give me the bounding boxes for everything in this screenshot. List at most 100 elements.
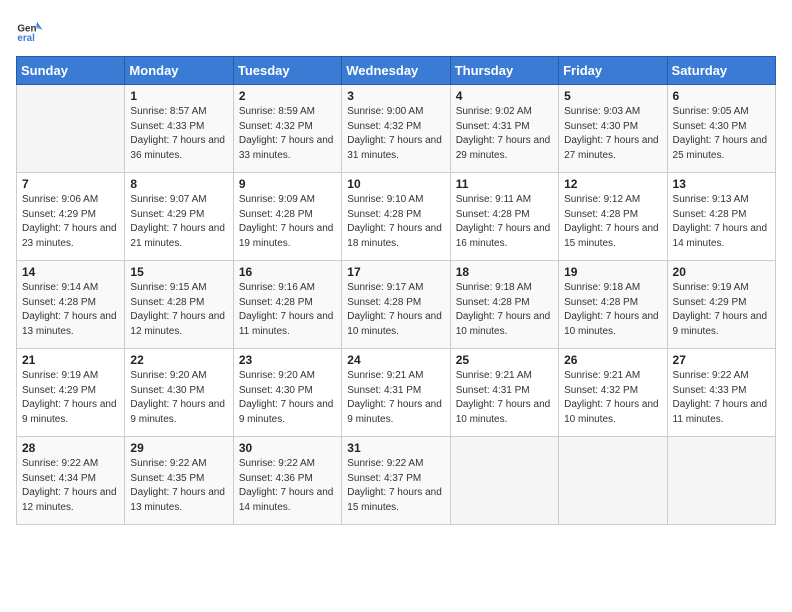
- day-header-tuesday: Tuesday: [233, 57, 341, 85]
- calendar-cell: 13 Sunrise: 9:13 AMSunset: 4:28 PMDayligh…: [667, 173, 775, 261]
- day-info: Sunrise: 9:19 AMSunset: 4:29 PMDaylight:…: [673, 281, 770, 339]
- day-info: Sunrise: 9:22 AMSunset: 4:35 PMDaylight:…: [130, 457, 227, 515]
- calendar-cell: 8 Sunrise: 9:07 AMSunset: 4:29 PMDaylight…: [125, 173, 233, 261]
- day-info: Sunrise: 9:22 AMSunset: 4:36 PMDaylight:…: [239, 457, 336, 515]
- calendar-cell: 17 Sunrise: 9:17 AMSunset: 4:28 PMDayligh…: [342, 261, 450, 349]
- day-info: Sunrise: 9:05 AMSunset: 4:30 PMDaylight:…: [673, 105, 770, 163]
- day-number: 4: [456, 89, 553, 103]
- header-row: SundayMondayTuesdayWednesdayThursdayFrid…: [17, 57, 776, 85]
- calendar-table: SundayMondayTuesdayWednesdayThursdayFrid…: [16, 56, 776, 525]
- day-info: Sunrise: 9:17 AMSunset: 4:28 PMDaylight:…: [347, 281, 444, 339]
- calendar-cell: [450, 437, 558, 525]
- day-info: Sunrise: 9:20 AMSunset: 4:30 PMDaylight:…: [130, 369, 227, 427]
- day-info: Sunrise: 9:13 AMSunset: 4:28 PMDaylight:…: [673, 193, 770, 251]
- day-number: 6: [673, 89, 770, 103]
- day-number: 27: [673, 353, 770, 367]
- day-number: 25: [456, 353, 553, 367]
- day-header-saturday: Saturday: [667, 57, 775, 85]
- calendar-cell: 6 Sunrise: 9:05 AMSunset: 4:30 PMDaylight…: [667, 85, 775, 173]
- calendar-cell: 16 Sunrise: 9:16 AMSunset: 4:28 PMDayligh…: [233, 261, 341, 349]
- day-number: 29: [130, 441, 227, 455]
- day-number: 22: [130, 353, 227, 367]
- calendar-week-4: 21Sunrise: 9:19 AMSunset: 4:29 PMDayligh…: [17, 349, 776, 437]
- calendar-cell: 22 Sunrise: 9:20 AMSunset: 4:30 PMDayligh…: [125, 349, 233, 437]
- day-number: 2: [239, 89, 336, 103]
- day-info: Sunrise: 9:18 AMSunset: 4:28 PMDaylight:…: [564, 281, 661, 339]
- calendar-cell: 30 Sunrise: 9:22 AMSunset: 4:36 PMDayligh…: [233, 437, 341, 525]
- calendar-cell: 21Sunrise: 9:19 AMSunset: 4:29 PMDayligh…: [17, 349, 125, 437]
- day-number: 5: [564, 89, 661, 103]
- day-number: 26: [564, 353, 661, 367]
- day-info: Sunrise: 9:19 AMSunset: 4:29 PMDaylight:…: [22, 369, 119, 427]
- day-number: 19: [564, 265, 661, 279]
- calendar-cell: 9 Sunrise: 9:09 AMSunset: 4:28 PMDaylight…: [233, 173, 341, 261]
- day-number: 20: [673, 265, 770, 279]
- day-number: 14: [22, 265, 119, 279]
- day-number: 9: [239, 177, 336, 191]
- calendar-cell: [17, 85, 125, 173]
- calendar-week-2: 7Sunrise: 9:06 AMSunset: 4:29 PMDaylight…: [17, 173, 776, 261]
- day-header-sunday: Sunday: [17, 57, 125, 85]
- day-header-thursday: Thursday: [450, 57, 558, 85]
- day-number: 8: [130, 177, 227, 191]
- day-info: Sunrise: 8:57 AMSunset: 4:33 PMDaylight:…: [130, 105, 227, 163]
- day-number: 24: [347, 353, 444, 367]
- calendar-cell: 14 Sunrise: 9:14 AMSunset: 4:28 PMDayligh…: [17, 261, 125, 349]
- day-number: 3: [347, 89, 444, 103]
- day-info: Sunrise: 9:15 AMSunset: 4:28 PMDaylight:…: [130, 281, 227, 339]
- day-header-wednesday: Wednesday: [342, 57, 450, 85]
- calendar-cell: 31 Sunrise: 9:22 AMSunset: 4:37 PMDayligh…: [342, 437, 450, 525]
- day-info: Sunrise: 9:03 AMSunset: 4:30 PMDaylight:…: [564, 105, 661, 163]
- calendar-cell: [559, 437, 667, 525]
- calendar-cell: 27Sunrise: 9:22 AMSunset: 4:33 PMDayligh…: [667, 349, 775, 437]
- day-number: 17: [347, 265, 444, 279]
- calendar-cell: [667, 437, 775, 525]
- day-info: Sunrise: 9:14 AMSunset: 4:28 PMDaylight:…: [22, 281, 119, 339]
- calendar-cell: 10 Sunrise: 9:10 AMSunset: 4:28 PMDayligh…: [342, 173, 450, 261]
- day-number: 12: [564, 177, 661, 191]
- day-number: 13: [673, 177, 770, 191]
- day-number: 31: [347, 441, 444, 455]
- calendar-cell: 26 Sunrise: 9:21 AMSunset: 4:32 PMDayligh…: [559, 349, 667, 437]
- day-info: Sunrise: 9:21 AMSunset: 4:31 PMDaylight:…: [456, 369, 553, 427]
- calendar-cell: 29 Sunrise: 9:22 AMSunset: 4:35 PMDayligh…: [125, 437, 233, 525]
- calendar-cell: 11Sunrise: 9:11 AMSunset: 4:28 PMDayligh…: [450, 173, 558, 261]
- calendar-week-5: 28Sunrise: 9:22 AMSunset: 4:34 PMDayligh…: [17, 437, 776, 525]
- calendar-week-1: 1 Sunrise: 8:57 AMSunset: 4:33 PMDaylight…: [17, 85, 776, 173]
- page-header: Gen eral: [16, 16, 776, 44]
- day-info: Sunrise: 9:22 AMSunset: 4:37 PMDaylight:…: [347, 457, 444, 515]
- logo-icon: Gen eral: [16, 16, 44, 44]
- day-info: Sunrise: 9:10 AMSunset: 4:28 PMDaylight:…: [347, 193, 444, 251]
- day-info: Sunrise: 9:20 AMSunset: 4:30 PMDaylight:…: [239, 369, 336, 427]
- day-number: 10: [347, 177, 444, 191]
- calendar-week-3: 14 Sunrise: 9:14 AMSunset: 4:28 PMDayligh…: [17, 261, 776, 349]
- calendar-cell: 3 Sunrise: 9:00 AMSunset: 4:32 PMDaylight…: [342, 85, 450, 173]
- day-info: Sunrise: 9:11 AMSunset: 4:28 PMDaylight:…: [456, 193, 553, 251]
- day-info: Sunrise: 9:02 AMSunset: 4:31 PMDaylight:…: [456, 105, 553, 163]
- day-info: Sunrise: 9:18 AMSunset: 4:28 PMDaylight:…: [456, 281, 553, 339]
- calendar-cell: 12Sunrise: 9:12 AMSunset: 4:28 PMDayligh…: [559, 173, 667, 261]
- calendar-cell: 25 Sunrise: 9:21 AMSunset: 4:31 PMDayligh…: [450, 349, 558, 437]
- day-info: Sunrise: 9:06 AMSunset: 4:29 PMDaylight:…: [22, 193, 119, 251]
- day-number: 1: [130, 89, 227, 103]
- calendar-cell: 19 Sunrise: 9:18 AMSunset: 4:28 PMDayligh…: [559, 261, 667, 349]
- day-info: Sunrise: 9:21 AMSunset: 4:31 PMDaylight:…: [347, 369, 444, 427]
- calendar-cell: 18 Sunrise: 9:18 AMSunset: 4:28 PMDayligh…: [450, 261, 558, 349]
- calendar-cell: 24 Sunrise: 9:21 AMSunset: 4:31 PMDayligh…: [342, 349, 450, 437]
- day-number: 28: [22, 441, 119, 455]
- day-info: Sunrise: 9:16 AMSunset: 4:28 PMDaylight:…: [239, 281, 336, 339]
- calendar-cell: 20 Sunrise: 9:19 AMSunset: 4:29 PMDayligh…: [667, 261, 775, 349]
- day-info: Sunrise: 9:07 AMSunset: 4:29 PMDaylight:…: [130, 193, 227, 251]
- day-number: 15: [130, 265, 227, 279]
- day-info: Sunrise: 9:09 AMSunset: 4:28 PMDaylight:…: [239, 193, 336, 251]
- day-number: 30: [239, 441, 336, 455]
- calendar-cell: 1 Sunrise: 8:57 AMSunset: 4:33 PMDaylight…: [125, 85, 233, 173]
- calendar-cell: 5 Sunrise: 9:03 AMSunset: 4:30 PMDaylight…: [559, 85, 667, 173]
- day-number: 16: [239, 265, 336, 279]
- day-number: 18: [456, 265, 553, 279]
- day-info: Sunrise: 9:21 AMSunset: 4:32 PMDaylight:…: [564, 369, 661, 427]
- calendar-cell: 4 Sunrise: 9:02 AMSunset: 4:31 PMDaylight…: [450, 85, 558, 173]
- day-info: Sunrise: 9:00 AMSunset: 4:32 PMDaylight:…: [347, 105, 444, 163]
- day-number: 23: [239, 353, 336, 367]
- day-header-monday: Monday: [125, 57, 233, 85]
